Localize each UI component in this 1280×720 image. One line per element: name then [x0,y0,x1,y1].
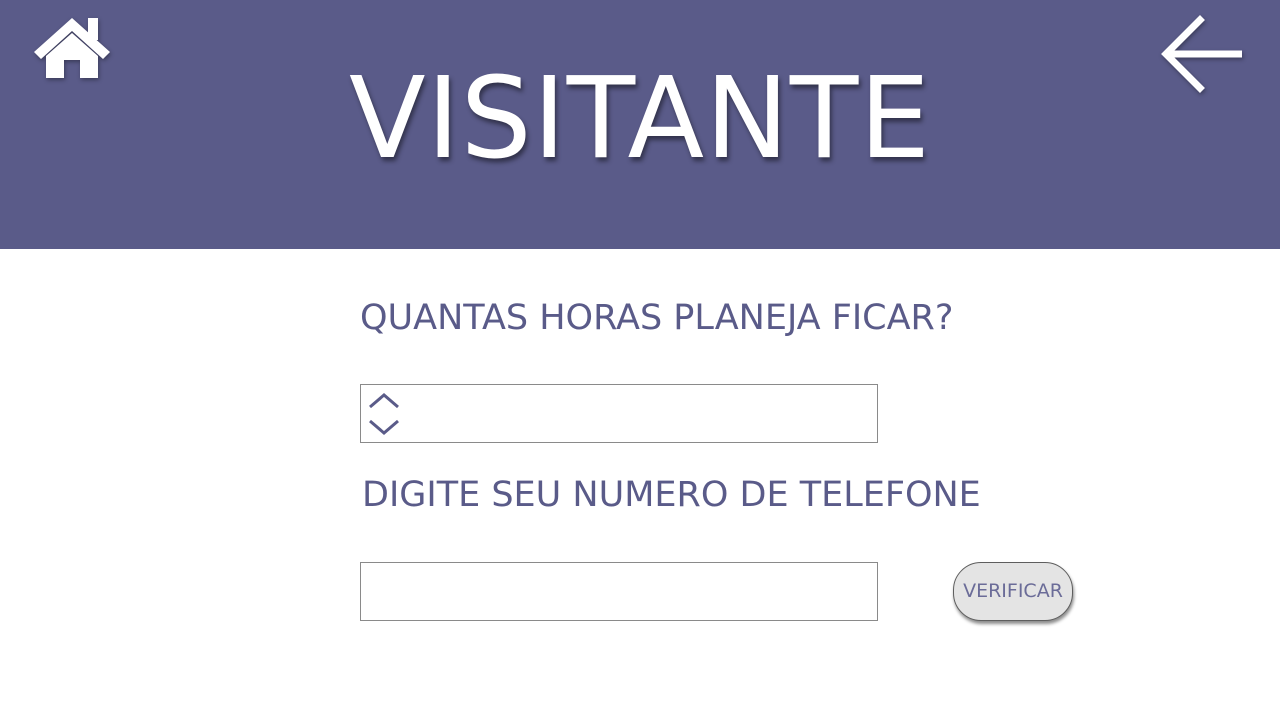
hours-input[interactable] [409,385,869,442]
hours-stepper[interactable] [360,384,878,443]
page-title: VISITANTE [348,54,932,184]
phone-field-box[interactable] [360,562,878,621]
header-bar: VISITANTE [0,0,1280,249]
phone-label: DIGITE SEU NUMERO DE TELEFONE [362,475,981,515]
back-button[interactable] [1160,14,1246,98]
phone-input[interactable] [371,563,871,620]
chevron-up-icon [369,393,399,409]
chevron-down-icon [369,419,399,435]
stepper-up-button[interactable] [367,391,401,411]
verify-button[interactable]: VERIFICAR [953,562,1073,621]
arrow-left-icon [1161,15,1242,93]
hours-label: QUANTAS HORAS PLANEJA FICAR? [360,298,954,338]
stepper-down-button[interactable] [367,417,401,437]
